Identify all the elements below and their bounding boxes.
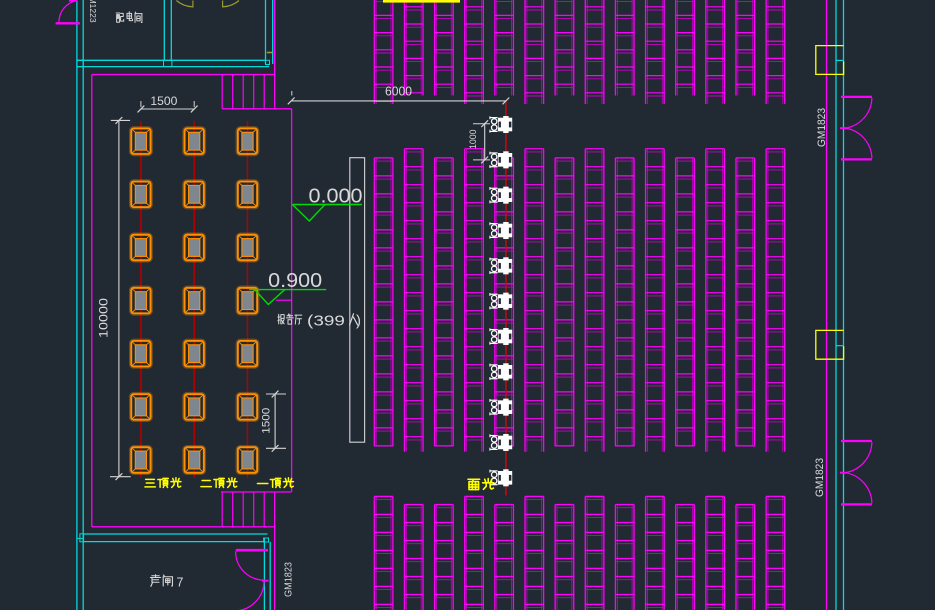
svg-text:6000: 6000: [385, 84, 412, 98]
svg-text:GM1823: GM1823: [814, 458, 826, 497]
svg-text:7: 7: [177, 576, 184, 590]
svg-text:1500: 1500: [261, 408, 273, 434]
svg-text:GM1223: GM1223: [88, 0, 98, 23]
svg-text:1000: 1000: [468, 130, 479, 150]
svg-text:(399: (399: [307, 313, 345, 330]
svg-text:1500: 1500: [150, 94, 177, 108]
svg-text:10000: 10000: [97, 298, 111, 338]
svg-text:GM1823: GM1823: [282, 562, 294, 597]
svg-text:): ): [356, 313, 361, 330]
svg-text:GM1823: GM1823: [816, 108, 828, 147]
svg-text:0.900: 0.900: [268, 270, 322, 292]
